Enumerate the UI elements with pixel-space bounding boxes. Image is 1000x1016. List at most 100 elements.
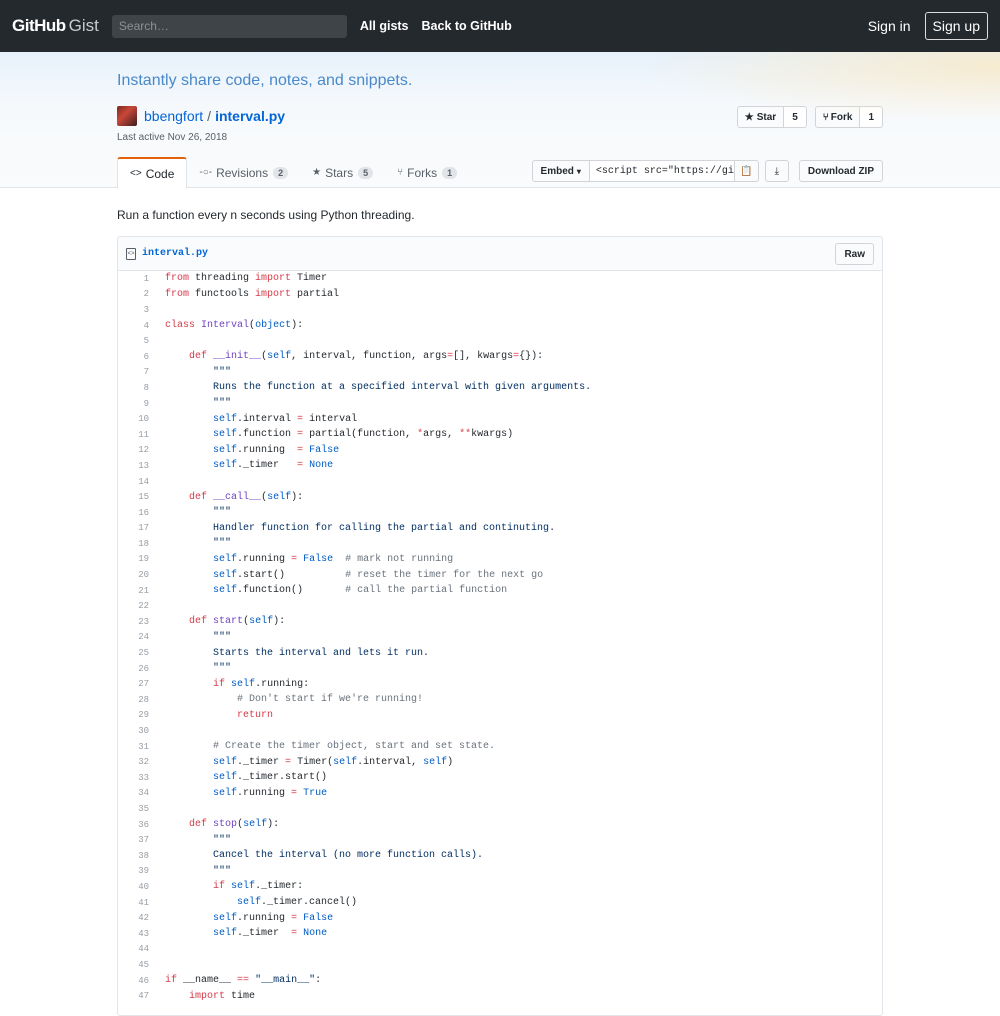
line-number[interactable]: 40 (118, 882, 150, 892)
line-content: from functools import partial (165, 288, 340, 300)
gist-name-link[interactable]: interval.py (215, 108, 285, 124)
line-number[interactable]: 12 (118, 445, 150, 455)
line-number[interactable]: 21 (118, 586, 150, 596)
embed-dropdown-button[interactable]: Embed ▾ (531, 160, 590, 182)
line-content: self.running = False (213, 444, 340, 456)
line-number[interactable]: 35 (118, 804, 150, 814)
tab-stars-label: Stars (325, 165, 354, 180)
owner-link[interactable]: bbengfort (144, 108, 203, 124)
open-desktop-button[interactable]: ⤓ (764, 160, 789, 182)
line-number[interactable]: 38 (118, 851, 150, 861)
line-number[interactable]: 29 (118, 710, 150, 720)
line-content: self.running = False # mark not running (213, 553, 454, 565)
line-number[interactable]: 37 (118, 835, 150, 845)
line-number[interactable]: 44 (118, 944, 150, 954)
line-number[interactable]: 19 (118, 554, 150, 564)
star-count[interactable]: 5 (784, 106, 807, 128)
code-line: 40 if self._timer: (118, 879, 882, 895)
line-number[interactable]: 30 (118, 726, 150, 736)
line-number[interactable]: 2 (118, 289, 150, 299)
code-line: 39 """ (118, 864, 882, 880)
line-number[interactable]: 16 (118, 508, 150, 518)
line-content: self._timer.cancel() (237, 897, 358, 909)
star-button[interactable]: ★ Star (736, 106, 785, 128)
back-to-github-link[interactable]: Back to GitHub (422, 19, 512, 33)
line-number[interactable]: 10 (118, 414, 150, 424)
fork-button[interactable]: ⑂ Fork (814, 106, 861, 128)
line-content: def start(self): (189, 616, 286, 628)
line-number[interactable]: 27 (118, 679, 150, 689)
line-number[interactable]: 1 (118, 274, 150, 284)
line-number[interactable]: 26 (118, 664, 150, 674)
embed-code-input[interactable]: <script src="https://gist (589, 160, 735, 182)
sign-up-button[interactable]: Sign up (924, 12, 988, 40)
code-line: 45 (118, 957, 882, 973)
line-number[interactable]: 13 (118, 461, 150, 471)
all-gists-link[interactable]: All gists (360, 19, 409, 33)
code-line: 21 self.function() # call the partial fu… (118, 583, 882, 599)
gist-tabs: <> Code -○- Revisions 2 ★ Stars 5 ⑂ Fork… (117, 157, 469, 189)
code-line: 43 self._timer = None (118, 926, 882, 942)
line-content: if self._timer: (213, 881, 304, 893)
tab-forks[interactable]: ⑂ Forks 1 (385, 157, 469, 188)
line-number[interactable]: 34 (118, 788, 150, 798)
line-number[interactable]: 20 (118, 570, 150, 580)
code-line: 33 self._timer.start() (118, 770, 882, 786)
line-number[interactable]: 42 (118, 913, 150, 923)
line-number[interactable]: 24 (118, 632, 150, 642)
embed-label: Embed (540, 165, 574, 177)
line-content: self.start() # reset the timer for the n… (213, 569, 544, 581)
line-number[interactable]: 28 (118, 695, 150, 705)
line-number[interactable]: 46 (118, 976, 150, 986)
code-line: 35 (118, 801, 882, 817)
line-number[interactable]: 14 (118, 477, 150, 487)
line-number[interactable]: 32 (118, 757, 150, 767)
line-number[interactable]: 23 (118, 617, 150, 627)
line-number[interactable]: 41 (118, 898, 150, 908)
line-number[interactable]: 6 (118, 352, 150, 362)
code-line: 1 from threading import Timer (118, 271, 882, 287)
line-number[interactable]: 8 (118, 383, 150, 393)
line-number[interactable]: 25 (118, 648, 150, 658)
line-number[interactable]: 45 (118, 960, 150, 970)
line-number[interactable]: 17 (118, 523, 150, 533)
line-number[interactable]: 15 (118, 492, 150, 502)
download-zip-button[interactable]: Download ZIP (798, 160, 883, 182)
code-line: 4 class Interval(object): (118, 318, 882, 334)
line-number[interactable]: 33 (118, 773, 150, 783)
raw-button[interactable]: Raw (835, 243, 874, 265)
line-number[interactable]: 31 (118, 742, 150, 752)
line-number[interactable]: 43 (118, 929, 150, 939)
revisions-icon: -○- (199, 167, 213, 178)
tab-stars[interactable]: ★ Stars 5 (300, 157, 385, 188)
line-number[interactable]: 39 (118, 866, 150, 876)
line-content: def stop(self): (189, 819, 280, 831)
line-content: self._timer.start() (213, 772, 328, 784)
avatar[interactable] (117, 106, 137, 126)
code-line: 14 (118, 474, 882, 490)
line-content: """ (165, 398, 232, 410)
line-number[interactable]: 4 (118, 321, 150, 331)
file-header: <> interval.py Raw (118, 237, 882, 271)
line-number[interactable]: 3 (118, 305, 150, 315)
line-number[interactable]: 22 (118, 601, 150, 611)
line-number[interactable]: 18 (118, 539, 150, 549)
sign-in-link[interactable]: Sign in (868, 18, 911, 34)
code-line: 23 def start(self): (118, 614, 882, 630)
line-content: def __call__(self): (189, 491, 304, 503)
file-name-link[interactable]: interval.py (142, 248, 208, 259)
search-input[interactable] (111, 14, 347, 38)
line-number[interactable]: 11 (118, 430, 150, 440)
fork-count[interactable]: 1 (860, 106, 883, 128)
line-content: # Don't start if we're running! (237, 694, 424, 706)
line-number[interactable]: 5 (118, 336, 150, 346)
copy-button[interactable]: 📋 (734, 160, 759, 182)
tab-code[interactable]: <> Code (117, 157, 188, 189)
logo-github-text: GitHub (12, 16, 66, 35)
github-gist-logo[interactable]: GitHub Gist (12, 16, 99, 36)
line-number[interactable]: 7 (118, 367, 150, 377)
code-file-icon: <> (126, 247, 136, 260)
line-number[interactable]: 9 (118, 399, 150, 409)
tab-revisions[interactable]: -○- Revisions 2 (187, 157, 300, 188)
line-number[interactable]: 36 (118, 820, 150, 830)
